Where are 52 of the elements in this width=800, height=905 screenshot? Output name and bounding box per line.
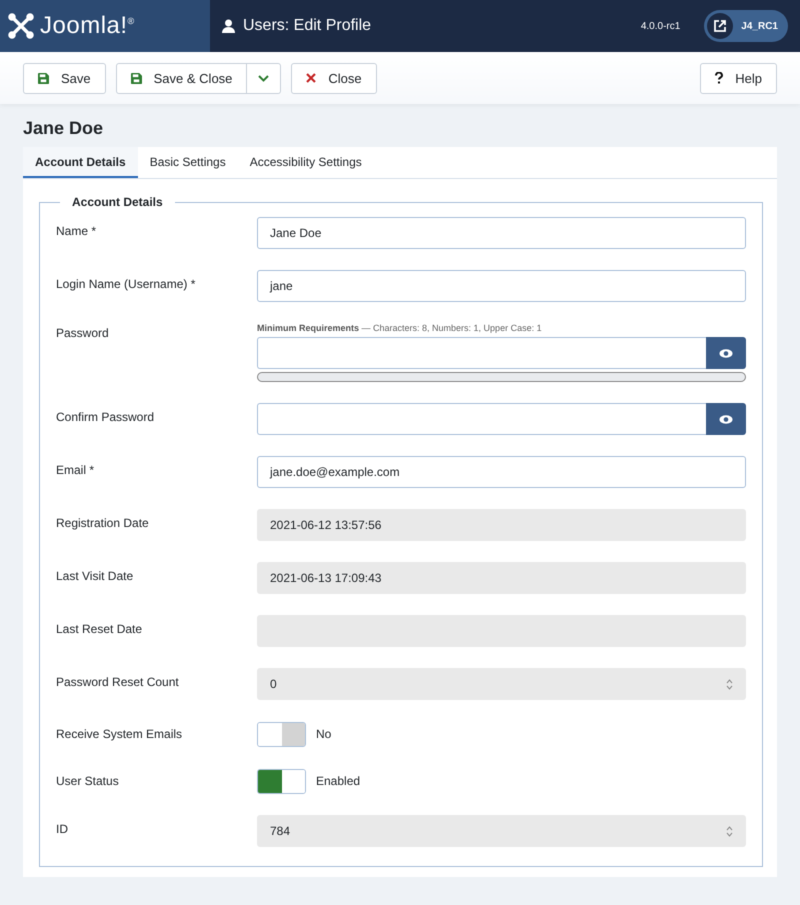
field-label: Login Name (Username) * bbox=[56, 276, 196, 291]
field-label: Email * bbox=[56, 462, 96, 477]
number-field[interactable]: 0 bbox=[257, 668, 746, 700]
logo-text: Joomla!$^{®}$ bbox=[40, 12, 135, 40]
close-icon bbox=[306, 73, 316, 83]
password-hint: Minimum Requirements — Characters: 8, Numbers: 1, Upper Case: 1 bbox=[257, 323, 543, 333]
version-label: 4.0.0-rc1 bbox=[640, 20, 680, 32]
eye-icon bbox=[719, 414, 733, 424]
field-label: User Status bbox=[56, 773, 120, 788]
show-password-button[interactable] bbox=[706, 403, 746, 435]
readonly-field: 2021-06-13 17:09:43 bbox=[257, 562, 746, 594]
logo-icon bbox=[8, 13, 34, 39]
external-link-icon bbox=[714, 20, 726, 32]
save-button[interactable]: Save bbox=[23, 62, 106, 94]
save-icon bbox=[130, 72, 142, 84]
tab[interactable]: Account Details bbox=[23, 147, 138, 178]
field-label: Receive System Emails bbox=[56, 726, 184, 741]
eye-icon bbox=[719, 348, 733, 358]
field-label: Password bbox=[56, 325, 110, 340]
field-label: ID bbox=[56, 821, 69, 836]
page-header-title: Users: Edit Profile bbox=[243, 17, 372, 35]
number-field[interactable]: 784 bbox=[257, 815, 746, 847]
save-icon bbox=[38, 72, 49, 84]
spinner-icon bbox=[726, 826, 733, 836]
field-label: Registration Date bbox=[56, 515, 150, 530]
toggle-switch[interactable] bbox=[257, 722, 306, 746]
fieldset-legend: Account Details bbox=[60, 195, 175, 209]
page-title: Jane Doe bbox=[23, 118, 104, 139]
readonly-field: 2021-06-12 13:57:56 bbox=[257, 509, 746, 541]
save-close-button[interactable]: Save & Close bbox=[116, 62, 248, 94]
show-password-button[interactable] bbox=[706, 337, 746, 369]
site-button[interactable]: J4_RC1 bbox=[704, 10, 788, 42]
toggle-state-label: Enabled bbox=[316, 774, 360, 788]
toggle-switch[interactable] bbox=[257, 768, 306, 794]
user-icon bbox=[222, 19, 235, 33]
field-label: Last Reset Date bbox=[56, 621, 144, 636]
dropdown-button[interactable] bbox=[247, 62, 282, 94]
text-field[interactable]: Jane Doe bbox=[257, 217, 746, 249]
field-label: Name * bbox=[56, 223, 98, 238]
help-button[interactable]: Help bbox=[700, 62, 777, 94]
password-field[interactable] bbox=[257, 403, 706, 435]
toggle-state-label: No bbox=[316, 727, 332, 741]
text-field[interactable]: jane.doe@example.com bbox=[257, 456, 746, 488]
spinner-icon bbox=[726, 678, 733, 690]
chevron-down-icon bbox=[258, 74, 270, 82]
question-icon bbox=[715, 72, 724, 84]
close-button[interactable]: Close bbox=[291, 62, 377, 94]
field-label: Password Reset Count bbox=[56, 674, 180, 689]
text-field[interactable]: jane bbox=[257, 270, 746, 302]
field-label: Confirm Password bbox=[56, 409, 156, 424]
password-field[interactable] bbox=[257, 337, 706, 369]
field-label: Last Visit Date bbox=[56, 568, 134, 583]
